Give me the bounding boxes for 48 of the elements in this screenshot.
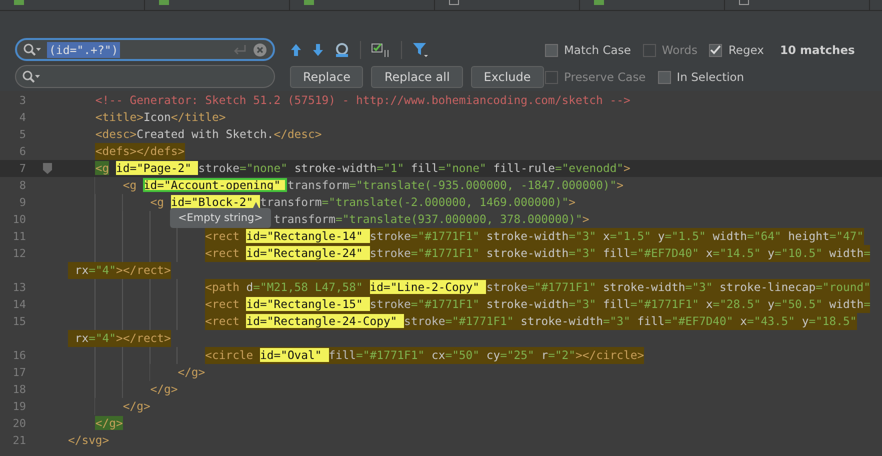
clear-icon[interactable] [253,42,267,56]
code-line: <desc>Created with Sketch.</desc> [94,126,322,143]
magnifier-icon[interactable] [334,42,350,58]
checkbox-option[interactable]: Regex [709,43,764,57]
checkmark-icon [710,45,722,55]
replace-button[interactable]: Exclude [470,66,544,88]
line-number: 16 [12,349,26,362]
match-count: 10 matches [780,43,855,57]
arrow-down-icon[interactable] [312,43,324,57]
line-number: 17 [12,366,26,379]
line-number: 11 [12,230,26,243]
line-number: 15 [12,315,26,328]
line-number: 5 [18,128,26,141]
code-line: <g id="Block-2" transform="translate(-2.000000, 1469.000000)"> [68,194,576,211]
code-editor[interactable] [0,91,882,456]
code-line: <g id="Account-opening" transform="translate(-935.000000, -1847.000000)"> [68,177,624,194]
fold-marker-icon[interactable] [42,163,52,174]
checked-box-icon[interactable] [371,42,391,58]
line-number: 6 [18,145,26,158]
code-line: </svg> [68,432,110,449]
enter-icon [233,44,247,54]
line-number: 3 [18,94,26,107]
checkbox-option[interactable]: Match Case [545,43,631,57]
line-number: 18 [12,383,26,396]
checkbox-option[interactable]: In Selection [658,70,744,84]
line-number: 9 [18,196,26,209]
line-number: 19 [12,400,26,413]
line-number: 21 [12,434,26,447]
line-number: 4 [18,111,26,124]
replace-button[interactable]: Replace all [371,66,463,88]
code-line: <g id="Page-2" stroke="none" stroke-width="1" fill="none" fill-rule="evenodd"> [94,160,630,177]
line-number: 8 [18,179,26,192]
code-line: <!-- Generator: Sketch 51.2 (57519) - http://www.bohemiancoding.com/sketch --> [94,92,630,109]
search-field[interactable]: (id=".+?") [15,38,275,61]
arrow-up-icon[interactable] [290,43,302,57]
line-number: 13 [12,281,26,294]
tooltip: <Empty string> [170,208,271,228]
replace-field[interactable] [15,65,275,88]
line-number: 20 [12,417,26,430]
line-number: 14 [12,298,26,311]
search-icon[interactable] [23,43,41,56]
line-number: 10 [12,213,26,226]
replace-button[interactable]: Replace [290,66,364,88]
line-number: 7 [18,162,26,175]
search-icon[interactable] [22,70,40,83]
filter-icon[interactable] [412,42,430,58]
code-line: <title>Icon</title> [94,109,226,126]
line-number: 12 [12,247,26,260]
